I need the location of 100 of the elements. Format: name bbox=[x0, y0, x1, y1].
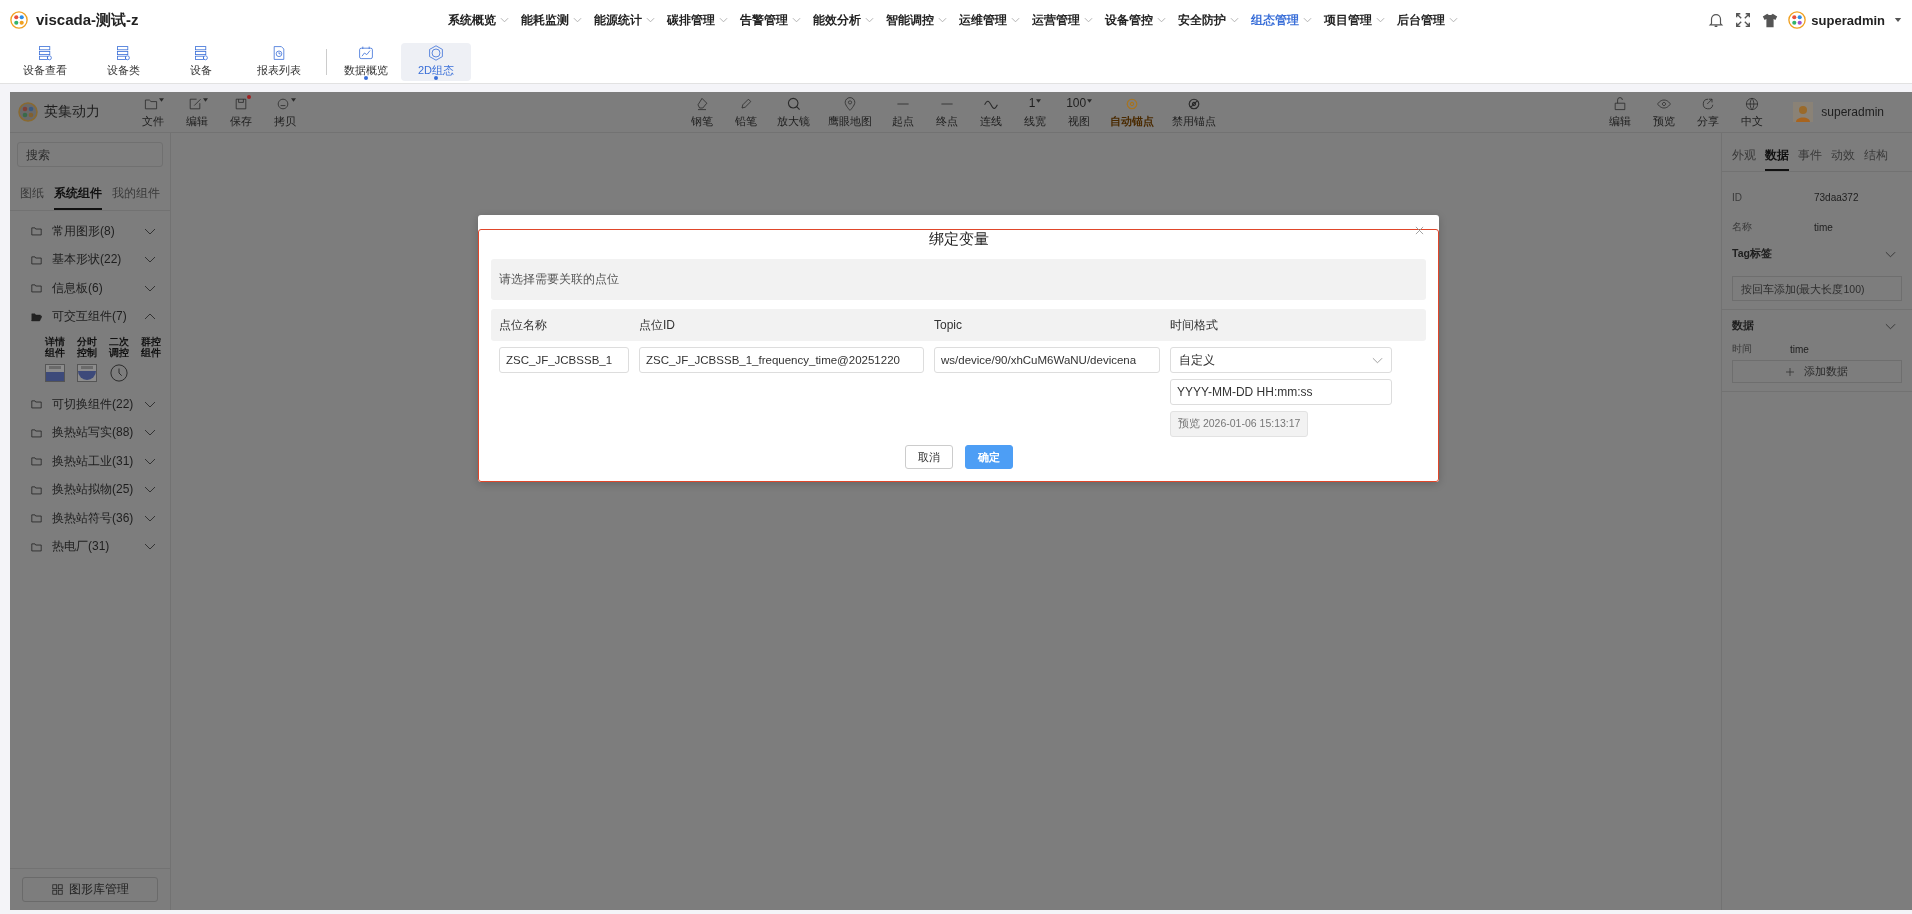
search-field[interactable]: 搜索 bbox=[17, 142, 163, 167]
toolbar-button[interactable]: 禁用锚点 bbox=[1168, 95, 1221, 129]
quick-tab[interactable]: 数据概览 bbox=[331, 42, 401, 81]
nav-menu-item[interactable]: 后台管理 bbox=[1390, 11, 1464, 29]
category-item[interactable]: 换热站写实(88) bbox=[52, 424, 134, 442]
category-item[interactable]: 可交互组件(7) bbox=[52, 308, 127, 326]
chevron-icon[interactable] bbox=[645, 17, 655, 23]
chevron-icon[interactable] bbox=[1083, 17, 1093, 23]
expand-chevron-icon[interactable] bbox=[144, 486, 156, 494]
category-item[interactable]: 可切换组件(22) bbox=[52, 395, 134, 413]
shirt-icon[interactable] bbox=[1761, 11, 1780, 29]
toolbar-button[interactable]: 100 视图 bbox=[1062, 95, 1097, 129]
server-list-icon[interactable] bbox=[193, 45, 209, 61]
toolbar-button[interactable]: 鹰眼地图 bbox=[824, 95, 877, 129]
quick-tab[interactable]: 设备查看 bbox=[10, 42, 80, 81]
chevron-icon[interactable] bbox=[1448, 17, 1458, 23]
add-data-button[interactable]: 添加数据 bbox=[1732, 360, 1902, 383]
toolbar-button[interactable]: 终点 bbox=[930, 95, 965, 129]
toolbar-button[interactable]: 分享 bbox=[1691, 95, 1726, 129]
toolbar-button[interactable]: 放大镜 bbox=[773, 95, 815, 129]
fullscreen-icon[interactable] bbox=[1734, 11, 1753, 29]
cancel-button[interactable]: 取消 bbox=[904, 445, 953, 469]
sidebar-tab[interactable]: 我的组件 bbox=[112, 179, 160, 210]
component-item[interactable]: 二次调控 bbox=[109, 337, 131, 358]
component-item[interactable]: 分时控制 bbox=[77, 337, 99, 358]
caret-icon[interactable] bbox=[158, 97, 164, 102]
avatar-icon[interactable] bbox=[1788, 11, 1807, 29]
quick-tab[interactable]: 2D组态 bbox=[401, 42, 471, 81]
toolbar-button[interactable]: 文件 bbox=[136, 95, 170, 129]
toolbar-button[interactable]: 保存 bbox=[224, 95, 258, 129]
document-clock-icon[interactable] bbox=[271, 45, 287, 61]
toolbar-button[interactable]: 预览 bbox=[1647, 95, 1682, 129]
confirm-button[interactable]: 确定 bbox=[964, 445, 1013, 469]
nav-menu-item[interactable]: 组态管理 bbox=[1244, 11, 1318, 29]
component-item[interactable]: 群控组件 bbox=[141, 337, 163, 358]
time-pattern-field[interactable]: YYYY-MM-DD HH:mm:ss bbox=[1170, 379, 1392, 405]
time-format-select[interactable]: 自定义 bbox=[1170, 347, 1392, 373]
quick-tab[interactable]: 设备类 bbox=[88, 42, 158, 81]
chevron-icon[interactable] bbox=[572, 17, 582, 23]
component-item[interactable]: 详情组件 bbox=[45, 337, 67, 358]
point-name-field[interactable]: ZSC_JF_JCBSSB_1 bbox=[499, 347, 629, 373]
expand-chevron-icon[interactable] bbox=[144, 227, 156, 235]
library-manage-button[interactable]: 图形库管理 bbox=[22, 877, 158, 902]
chart-icon[interactable] bbox=[358, 45, 374, 61]
category-item[interactable]: 信息板(6) bbox=[52, 279, 103, 297]
server-list-icon[interactable] bbox=[37, 45, 53, 61]
panel-tab[interactable]: 外观 bbox=[1732, 147, 1756, 171]
expand-chevron-icon[interactable] bbox=[144, 429, 156, 437]
toolbar-button[interactable]: 编辑 bbox=[1603, 95, 1638, 129]
nav-menu-item[interactable]: 能源统计 bbox=[587, 11, 661, 29]
nav-menu-item[interactable]: 系统概览 bbox=[441, 11, 515, 29]
chevron-icon[interactable] bbox=[1156, 17, 1166, 23]
toolbar-button[interactable]: 拷贝 bbox=[268, 95, 302, 129]
hexagon-icon[interactable] bbox=[428, 45, 444, 61]
nav-menu-item[interactable]: 碳排管理 bbox=[660, 11, 734, 29]
category-item[interactable]: 常用图形(8) bbox=[52, 222, 115, 240]
nav-menu-item[interactable]: 设备管控 bbox=[1098, 11, 1172, 29]
chevron-icon[interactable] bbox=[1885, 322, 1896, 330]
toolbar-button[interactable]: 自动锚点 bbox=[1106, 95, 1159, 129]
panel-tab[interactable]: 结构 bbox=[1864, 147, 1888, 171]
nav-menu-item[interactable]: 智能调控 bbox=[879, 11, 953, 29]
user-name[interactable]: superadmin bbox=[1821, 105, 1884, 119]
server-list-icon[interactable] bbox=[115, 45, 131, 61]
gauge-thumbnail-icon[interactable] bbox=[77, 364, 97, 382]
sidebar-tab[interactable]: 系统组件 bbox=[54, 179, 102, 210]
toolbar-button[interactable]: 钢笔 bbox=[685, 95, 720, 129]
plus-icon[interactable] bbox=[1786, 367, 1794, 376]
panel-thumbnail-icon[interactable] bbox=[45, 364, 65, 382]
category-item[interactable]: 热电厂(31) bbox=[52, 538, 110, 556]
chevron-icon[interactable] bbox=[1885, 250, 1896, 258]
search-icon[interactable] bbox=[785, 95, 802, 112]
quick-tab[interactable]: 报表列表 bbox=[244, 42, 314, 81]
panel-tab[interactable]: 事件 bbox=[1798, 147, 1822, 171]
toolbar-button[interactable]: 连线 bbox=[974, 95, 1009, 129]
nav-menu-item[interactable]: 告警管理 bbox=[733, 11, 807, 29]
quick-tab[interactable]: 设备 bbox=[166, 42, 236, 81]
category-item[interactable]: 换热站工业(31) bbox=[52, 452, 134, 470]
nav-menu-item[interactable]: 运营管理 bbox=[1025, 11, 1099, 29]
category-item[interactable]: 换热站拟物(25) bbox=[52, 481, 134, 499]
bell-icon[interactable] bbox=[1707, 11, 1726, 29]
nav-menu-item[interactable]: 项目管理 bbox=[1317, 11, 1391, 29]
clock-icon[interactable] bbox=[109, 364, 129, 382]
expand-chevron-icon[interactable] bbox=[144, 256, 156, 264]
expand-chevron-icon[interactable] bbox=[144, 514, 156, 522]
globe-icon[interactable] bbox=[1744, 95, 1761, 112]
chevron-icon[interactable] bbox=[937, 17, 947, 23]
collapse-chevron-icon[interactable] bbox=[144, 313, 156, 321]
user-name[interactable]: superadmin bbox=[1811, 12, 1885, 28]
nav-menu-item[interactable]: 能效分析 bbox=[806, 11, 880, 29]
nav-menu-item[interactable]: 安全防护 bbox=[1171, 11, 1245, 29]
category-item[interactable]: 换热站符号(36) bbox=[52, 509, 134, 527]
nav-menu-item[interactable]: 能耗监测 bbox=[514, 11, 588, 29]
nav-menu-item[interactable]: 运维管理 bbox=[952, 11, 1026, 29]
expand-chevron-icon[interactable] bbox=[144, 284, 156, 292]
expand-chevron-icon[interactable] bbox=[144, 543, 156, 551]
toolbar-button[interactable]: 起点 bbox=[886, 95, 921, 129]
toolbar-button[interactable]: 铅笔 bbox=[729, 95, 764, 129]
chevron-icon[interactable] bbox=[1375, 17, 1385, 23]
chevron-icon[interactable] bbox=[1302, 17, 1312, 23]
chevron-icon[interactable] bbox=[1010, 17, 1020, 23]
